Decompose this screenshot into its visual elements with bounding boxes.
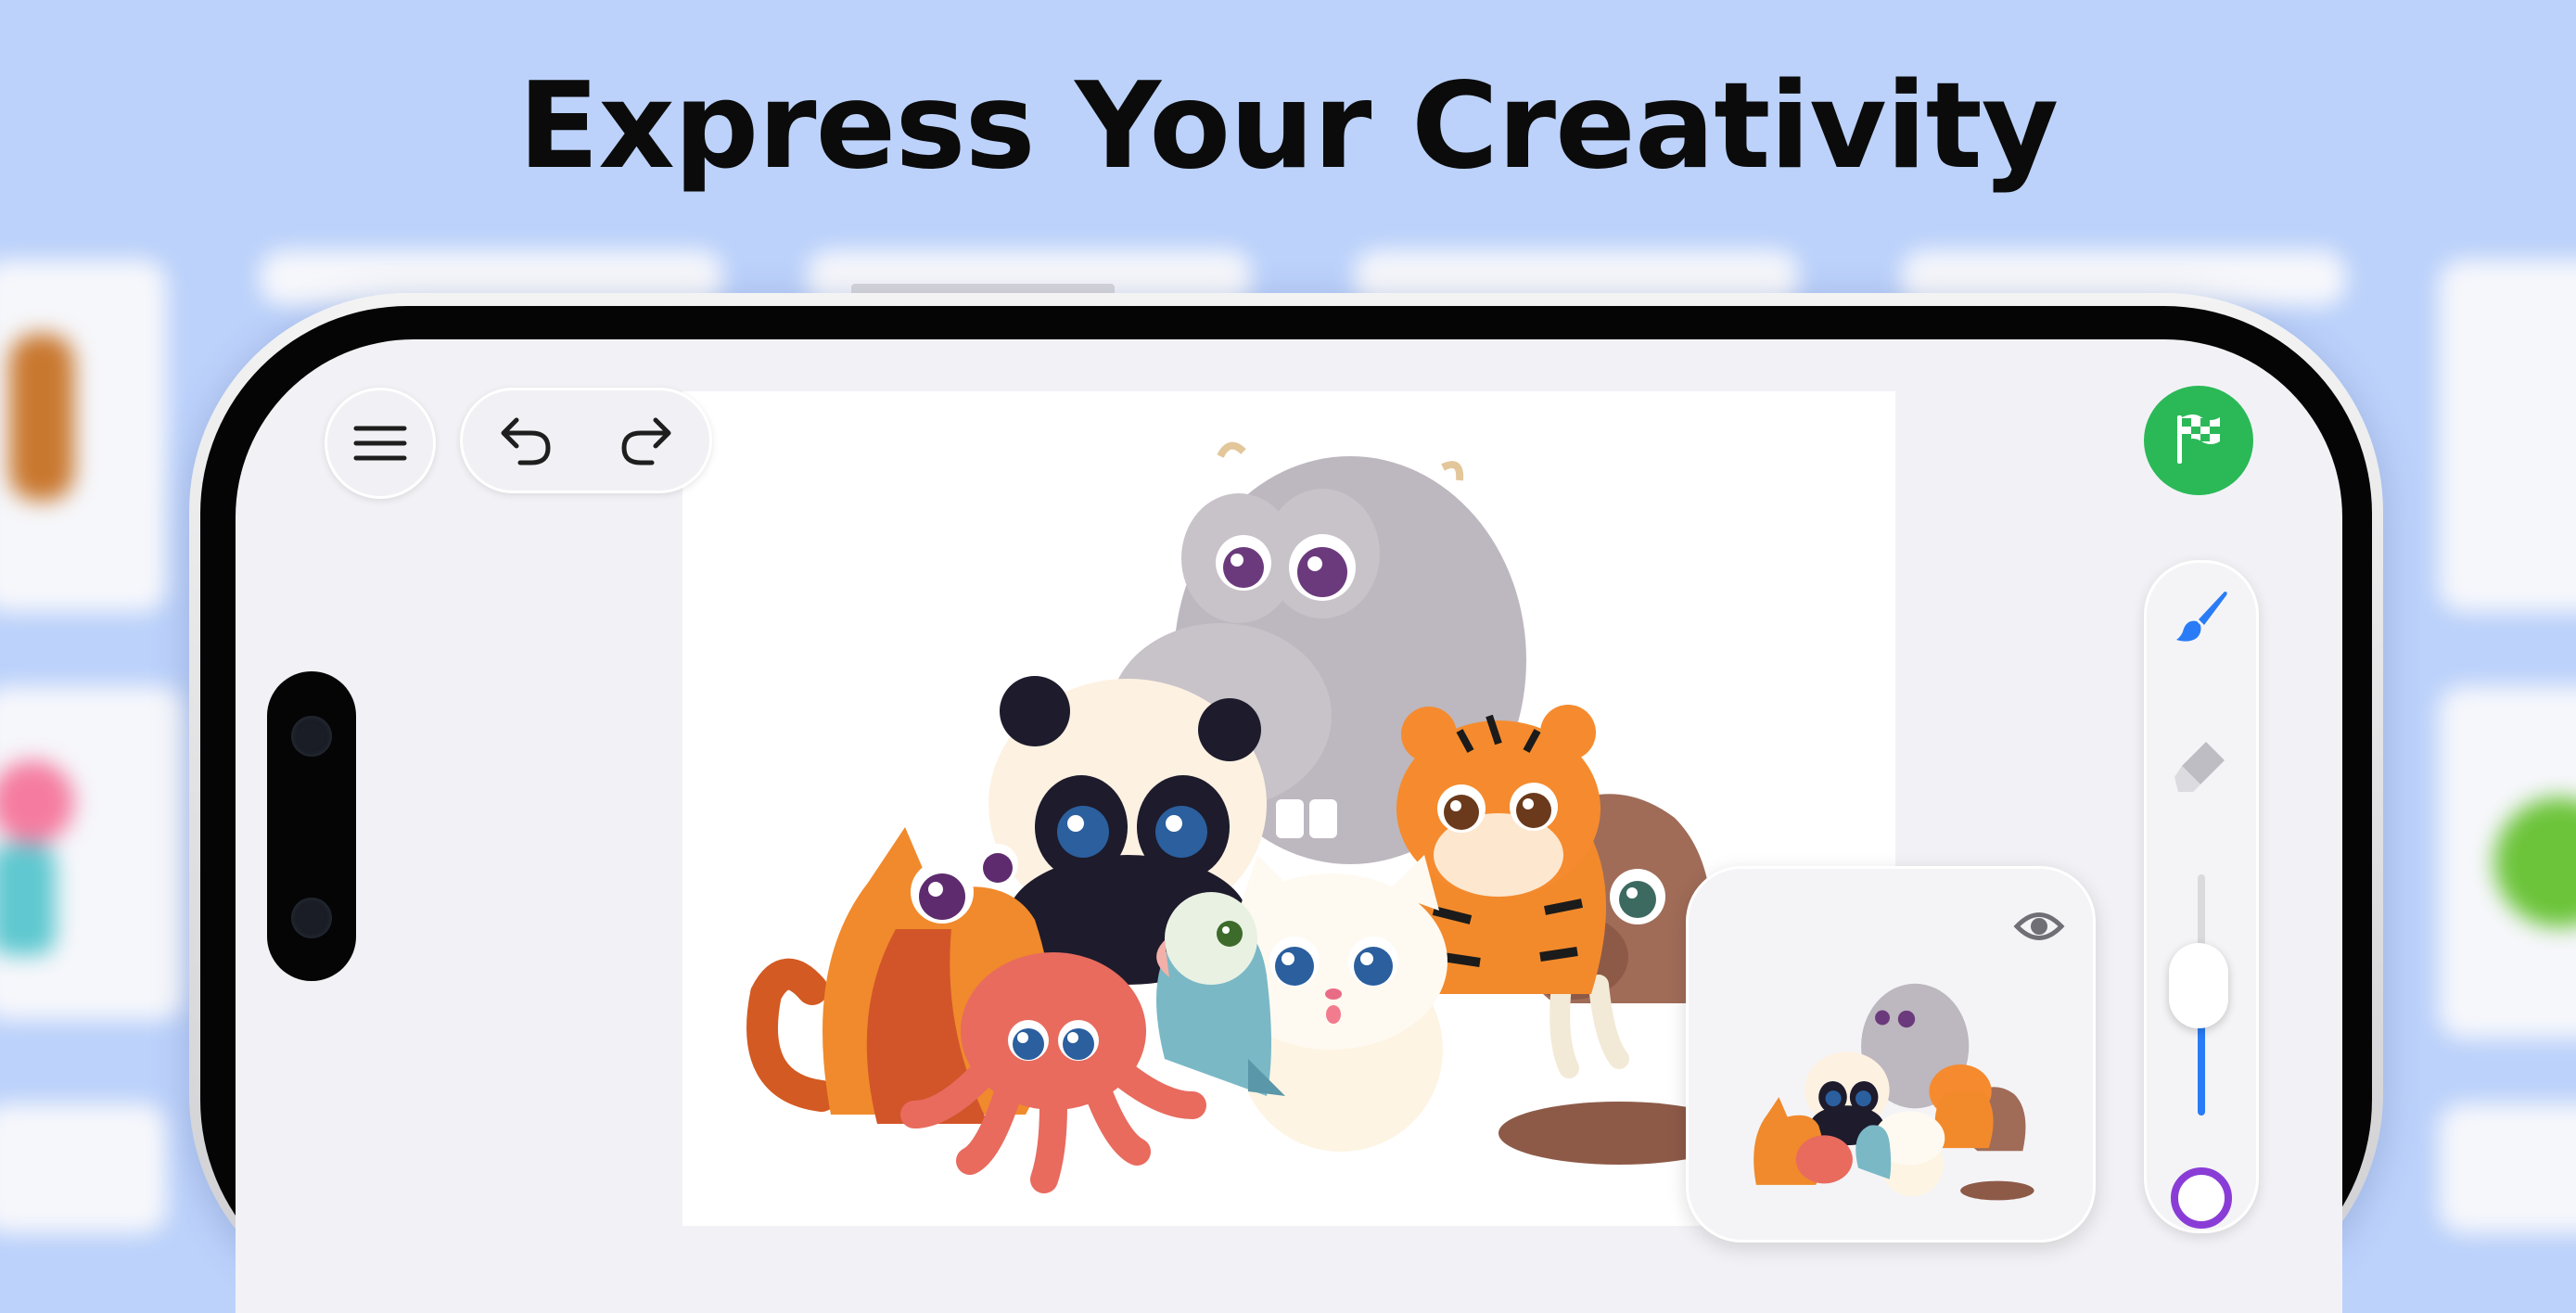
finish-button[interactable]: [2144, 386, 2253, 495]
camera-lens: [291, 898, 332, 938]
headline: Express Your Creativity: [517, 57, 2059, 196]
color-picker-button[interactable]: [2171, 1167, 2232, 1229]
background-tile: [0, 686, 185, 1020]
brush-size-fill: [2198, 1019, 2205, 1115]
checkered-flag-icon: [2172, 410, 2225, 471]
hamburger-menu-icon: [343, 406, 417, 480]
brush-size-thumb[interactable]: [2169, 943, 2228, 1028]
brush-tool-button[interactable]: [2164, 581, 2238, 656]
eye-icon[interactable]: [2011, 906, 2067, 947]
redo-arrow-icon[interactable]: [609, 403, 683, 478]
tool-sidebar: [2144, 560, 2259, 1233]
preview-panel[interactable]: [1686, 866, 2096, 1243]
camera-lens: [291, 716, 332, 757]
background-tile: [2439, 260, 2576, 612]
background-tile: [2439, 686, 2576, 1039]
dynamic-island: [267, 671, 356, 981]
eraser-icon: [2173, 736, 2230, 797]
paintbrush-icon: [2173, 588, 2230, 649]
preview-artwork-thumbnail: [1753, 983, 2034, 1201]
background-tile: [0, 260, 167, 612]
eraser-tool-button[interactable]: [2164, 730, 2238, 804]
background-tile: [2439, 1103, 2576, 1233]
undo-arrow-icon[interactable]: [489, 403, 563, 478]
menu-button[interactable]: [325, 388, 436, 499]
background-tile: [0, 1103, 167, 1233]
undo-redo-group: [460, 388, 712, 493]
